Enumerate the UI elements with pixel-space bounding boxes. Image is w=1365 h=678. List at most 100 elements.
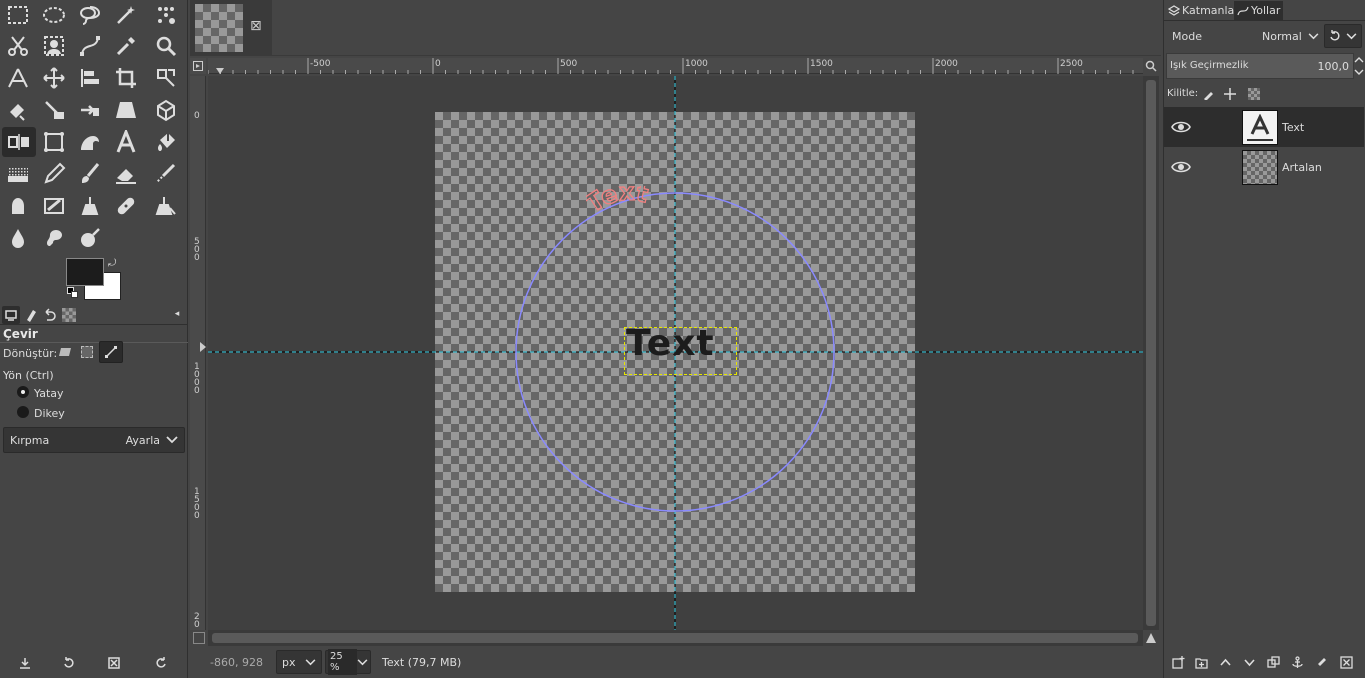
clipping-value: Ayarla [125, 433, 160, 447]
transform-selection-icon[interactable] [78, 343, 96, 361]
scissors-select-icon[interactable] [2, 31, 34, 61]
horizontal-scrollbar-thumb[interactable] [212, 633, 1138, 643]
ruler-label: 0 [194, 111, 200, 121]
eraser-icon[interactable] [110, 159, 142, 189]
image-tabbar: ⊠ [190, 0, 1161, 56]
opacity-slider[interactable]: Işık Geçirmezlik 100,0 [1166, 53, 1354, 79]
anchor-layer-icon[interactable] [1289, 654, 1305, 670]
lock-position-icon[interactable] [1222, 86, 1238, 102]
default-colors-icon[interactable] [67, 287, 79, 299]
zoom-image-icon[interactable] [1143, 58, 1159, 74]
swap-colors-icon[interactable]: ⤾ [108, 258, 120, 270]
undo-history-tab-icon[interactable] [40, 306, 58, 324]
vertical-radio[interactable] [17, 406, 29, 418]
delete-layer-icon[interactable] [1338, 654, 1354, 670]
image-tab[interactable]: ⊠ [190, 0, 272, 56]
lower-layer-icon[interactable] [1241, 654, 1257, 670]
horizontal-scrollbar[interactable] [208, 630, 1143, 646]
rect-select-icon[interactable] [2, 0, 34, 30]
transform-layer-icon[interactable] [56, 343, 74, 361]
tab-layers[interactable]: Katmanlar [1166, 1, 1241, 20]
wave-icon[interactable] [74, 127, 106, 157]
unit-dropdown[interactable]: px [276, 650, 322, 674]
paths-icon[interactable] [74, 31, 106, 61]
perspective-clone-icon[interactable] [150, 191, 182, 221]
layer-row[interactable]: Artalan [1164, 147, 1364, 187]
eye-icon[interactable] [1170, 117, 1192, 137]
handle-transform-icon[interactable] [38, 95, 70, 125]
layer-row[interactable]: Text [1164, 107, 1364, 147]
clone-icon[interactable] [74, 191, 106, 221]
mypaint-brush-icon[interactable] [38, 191, 70, 221]
crop-icon[interactable] [110, 63, 142, 93]
delete-tool-preset-icon[interactable] [105, 654, 123, 672]
cage-transform-icon[interactable] [74, 95, 106, 125]
horizontal-ruler: -500 0 500 1000 1500 2000 2500 [208, 58, 1143, 74]
align-icon[interactable] [74, 63, 106, 93]
zoom-dropdown[interactable]: 25 % [325, 649, 371, 675]
dock-menu-icon[interactable]: ◂ [170, 307, 184, 321]
gradient-icon[interactable] [2, 159, 34, 189]
lasso-select-icon[interactable] [74, 0, 106, 30]
zoom-icon[interactable] [150, 31, 182, 61]
text-layer-thumbnail [1242, 110, 1278, 145]
layer-name[interactable]: Artalan [1282, 161, 1322, 174]
foreground-select-icon[interactable] [38, 31, 70, 61]
airbrush-icon[interactable] [150, 159, 182, 189]
smudge-icon[interactable] [38, 223, 70, 253]
quick-mask-corner[interactable] [190, 58, 206, 74]
new-layer-icon[interactable] [1170, 654, 1186, 670]
move-icon[interactable] [38, 63, 70, 93]
clipping-dropdown[interactable]: Kırpma Ayarla [3, 427, 185, 453]
eye-icon[interactable] [1170, 157, 1192, 177]
lock-alpha-icon[interactable] [1246, 86, 1262, 102]
opacity-spinner[interactable] [1354, 53, 1364, 79]
heal-icon[interactable] [110, 191, 142, 221]
clipping-label: Kırpma [10, 433, 50, 447]
unified-transform-icon[interactable] [150, 63, 182, 93]
device-status-tab-icon[interactable] [22, 306, 40, 324]
3d-transform-icon[interactable] [150, 95, 182, 125]
opacity-value: 100,0 [1317, 60, 1350, 73]
vertical-scrollbar-thumb[interactable] [1146, 80, 1156, 626]
by-color-select-icon[interactable] [150, 0, 182, 30]
dodge-burn-icon[interactable] [74, 223, 106, 253]
images-tab-icon[interactable] [60, 306, 78, 324]
color-picker-icon[interactable] [110, 31, 142, 61]
transform-path-icon[interactable] [99, 341, 123, 363]
tool-options-tab-icon[interactable] [2, 306, 20, 324]
composite-mode-button[interactable] [1324, 24, 1362, 48]
restore-tool-preset-icon[interactable] [60, 654, 78, 672]
foreground-color-swatch[interactable] [66, 258, 104, 286]
paintbrush-icon[interactable] [74, 159, 106, 189]
raise-layer-icon[interactable] [1217, 654, 1233, 670]
ink-icon[interactable] [2, 191, 34, 221]
merge-layer-icon[interactable] [1313, 654, 1329, 670]
duplicate-layer-icon[interactable] [1265, 654, 1281, 670]
canvas-viewport[interactable]: Text Text [208, 76, 1143, 630]
measure-icon[interactable] [2, 63, 34, 93]
pencil-icon[interactable] [38, 159, 70, 189]
layer-name[interactable]: Text [1282, 121, 1304, 134]
save-tool-preset-icon[interactable] [16, 654, 34, 672]
horizontal-radio[interactable] [17, 386, 29, 398]
lock-pixels-icon[interactable] [1200, 86, 1216, 102]
ellipse-select-icon[interactable] [38, 0, 70, 30]
vertical-scrollbar[interactable] [1143, 76, 1159, 630]
seamless-clone-icon[interactable] [38, 127, 70, 157]
reset-tool-options-icon[interactable] [152, 654, 170, 672]
new-layer-group-icon[interactable] [1193, 654, 1209, 670]
bucket-fill-icon[interactable] [150, 127, 182, 157]
fuzzy-select-icon[interactable] [110, 0, 142, 30]
perspective-icon[interactable] [110, 95, 142, 125]
mode-dropdown[interactable]: Normal [1258, 24, 1320, 48]
resize-corner-icon[interactable] [1144, 631, 1158, 645]
navigate-icon[interactable] [193, 632, 205, 644]
tab-paths[interactable]: Yollar [1234, 1, 1284, 20]
warp-transform-icon[interactable] [2, 95, 34, 125]
close-tab-icon[interactable]: ⊠ [250, 18, 262, 34]
flip-tool-icon[interactable] [2, 127, 36, 157]
blur-icon[interactable] [2, 223, 34, 253]
direction-label: Yön (Ctrl) [3, 369, 54, 382]
text-tool-icon[interactable] [110, 127, 142, 157]
